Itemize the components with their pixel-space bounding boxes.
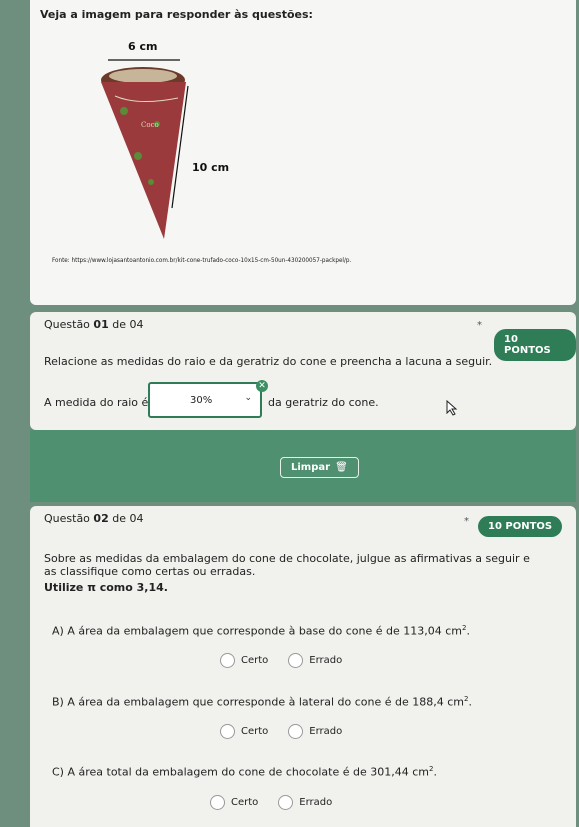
- required-mark: *: [477, 320, 482, 331]
- sentence-after: da geratriz do cone.: [268, 396, 379, 409]
- radio-button: [288, 724, 304, 739]
- mouse-cursor-icon: [446, 400, 458, 416]
- dimension-top: 6 cm: [128, 40, 157, 53]
- required-mark: *: [464, 516, 469, 527]
- option-errado-a[interactable]: Errado: [288, 653, 342, 668]
- points-badge: 10 PONTOS: [494, 329, 576, 361]
- answer-dropdown[interactable]: 30% ⌄: [148, 382, 262, 418]
- question-number: Questão 02 de 04: [44, 512, 144, 525]
- trash-icon: 🗑: [335, 462, 348, 473]
- chevron-down-icon: ⌄: [244, 393, 252, 403]
- question-statement: Relacione as medidas do raio e da geratr…: [44, 355, 493, 368]
- dropdown-value: 30%: [190, 395, 213, 406]
- points-badge: 10 PONTOS: [478, 516, 563, 537]
- option-errado-b[interactable]: Errado: [288, 724, 342, 739]
- intro-heading: Veja a imagem para responder às questões…: [40, 8, 313, 21]
- radio-button: [278, 795, 294, 810]
- option-errado-c[interactable]: Errado: [278, 795, 332, 810]
- question-1-card: Questão 01 de 04 * 10 PONTOS Relacione a…: [30, 312, 576, 430]
- svg-text:Coco: Coco: [141, 121, 159, 129]
- option-certo-c[interactable]: Certo: [210, 795, 258, 810]
- options-c: Certo Errado: [210, 795, 346, 810]
- options-b: Certo Errado: [220, 724, 356, 739]
- clear-button[interactable]: Limpar 🗑: [280, 457, 359, 478]
- option-certo-b[interactable]: Certo: [220, 724, 268, 739]
- radio-button: [210, 795, 225, 810]
- question-statement: Sobre as medidas da embalagem do cone de…: [44, 552, 530, 578]
- question-2-card: Questão 02 de 04 * 10 PONTOS Sobre as me…: [30, 506, 576, 827]
- statement-b: B) A área da embalagem que corresponde à…: [52, 695, 472, 709]
- sentence-before: A medida do raio é: [44, 396, 149, 409]
- close-icon[interactable]: ✕: [256, 380, 268, 392]
- statement-c: C) A área total da embalagem do cone de …: [52, 765, 437, 779]
- option-certo-a[interactable]: Certo: [220, 653, 268, 668]
- question-number: Questão 01 de 04: [44, 318, 144, 331]
- pi-note: Utilize π como 3,14.: [44, 581, 168, 594]
- clear-bar: Limpar 🗑: [30, 430, 576, 502]
- radio-button: [288, 653, 304, 668]
- image-source: Fonte: https://www.lojasantoantonio.com.…: [52, 257, 352, 264]
- cone-image: 6 cm Coco 10 cm: [101, 40, 229, 239]
- radio-button: [220, 724, 235, 739]
- radio-button: [220, 653, 235, 668]
- statement-a: A) A área da embalagem que corresponde à…: [52, 624, 470, 638]
- dimension-side: 10 cm: [192, 161, 229, 174]
- options-a: Certo Errado: [220, 653, 356, 668]
- intro-card: Veja a imagem para responder às questões…: [30, 0, 576, 305]
